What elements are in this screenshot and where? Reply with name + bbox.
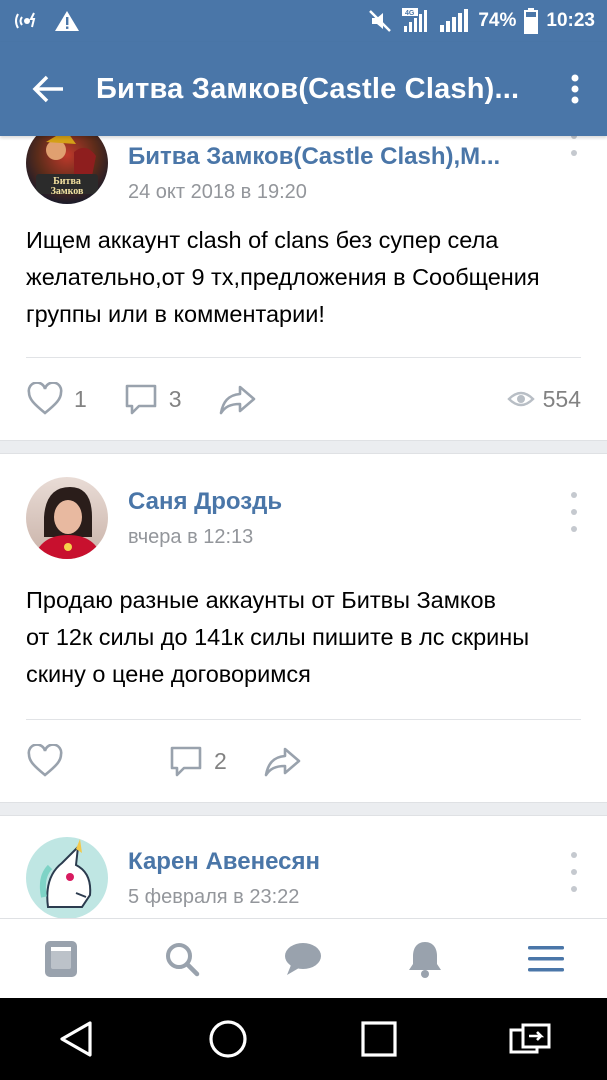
- post-header: Саня Дроздь вчера в 12:13: [0, 454, 607, 582]
- svg-text:Замков: Замков: [51, 186, 84, 197]
- comment-button[interactable]: 3: [123, 382, 182, 416]
- system-back-button[interactable]: [31, 998, 121, 1080]
- author-name[interactable]: Битва Замков(Castle Clash),М...: [128, 143, 500, 171]
- signal-icon: 4G: [402, 8, 432, 34]
- post-text-line: скину о цене договоримся: [26, 661, 311, 687]
- wifi-calling-icon: [12, 9, 40, 33]
- heart-icon: [27, 744, 63, 777]
- warning-icon: [54, 9, 80, 33]
- post-actions: 2: [0, 720, 607, 802]
- post-text-line: желательно,от 9 тх,предложения в Сообщен…: [26, 264, 540, 290]
- nav-notifications-button[interactable]: [385, 919, 465, 999]
- post-author-block: Саня Дроздь вчера в 12:13: [128, 488, 282, 549]
- author-name[interactable]: Карен Авенесян: [128, 848, 320, 876]
- system-home-button[interactable]: [183, 998, 273, 1080]
- comment-count: 2: [214, 747, 227, 774]
- notifications-icon: [408, 941, 441, 978]
- system-recents-button[interactable]: [334, 998, 424, 1080]
- battery-percent: 74%: [478, 10, 517, 31]
- share-icon: [264, 747, 301, 777]
- post-author-block: Карен Авенесян 5 февраля в 23:22: [128, 848, 320, 909]
- eye-icon: [506, 391, 535, 407]
- screen: 4G 74% 10:23 Битва Замков(Castle Clash).…: [0, 0, 607, 1080]
- nav-search-button[interactable]: [142, 919, 222, 999]
- recents-square-icon: [361, 1021, 397, 1057]
- back-triangle-icon: [60, 1021, 92, 1057]
- system-switch-button[interactable]: [486, 998, 576, 1080]
- nav-news-button[interactable]: [21, 919, 101, 999]
- like-count: 1: [74, 385, 87, 412]
- back-button[interactable]: [0, 42, 96, 136]
- post-author-block: Битва Замков(Castle Clash),М... 24 окт 2…: [128, 143, 500, 204]
- share-button[interactable]: [263, 744, 303, 778]
- post-text-line: Ищем аккаунт clash of clans без супер се…: [26, 227, 499, 253]
- author-name[interactable]: Саня Дроздь: [128, 488, 282, 516]
- nav-menu-button[interactable]: [506, 919, 586, 999]
- post-actions: 1 3 554: [0, 358, 607, 440]
- signal-2-icon: [440, 8, 470, 34]
- post-text-line: от 12к силы до 141к силы пишите в лс скр…: [26, 624, 530, 650]
- views-counter: 554: [506, 358, 581, 440]
- avatar[interactable]: [26, 477, 108, 559]
- comment-button[interactable]: 2: [168, 744, 227, 778]
- comment-icon: [170, 746, 202, 777]
- post-date[interactable]: вчера в 12:13: [128, 526, 282, 549]
- post-date[interactable]: 5 февраля в 23:22: [128, 886, 320, 909]
- post-separator: [0, 440, 607, 454]
- more-options-button[interactable]: [543, 42, 607, 136]
- post-menu-button[interactable]: [567, 852, 581, 892]
- post-date[interactable]: 24 окт 2018 в 19:20: [128, 181, 500, 204]
- nav-messages-button[interactable]: [263, 919, 343, 999]
- arrow-left-icon: [32, 75, 63, 103]
- post-text-line: Продаю разные аккаунты от Битвы Замков: [26, 587, 497, 613]
- screen-switch-icon: [509, 1023, 551, 1054]
- status-bar: 4G 74% 10:23: [0, 0, 607, 42]
- news-icon: [44, 940, 77, 977]
- post-menu-button[interactable]: [567, 492, 581, 532]
- views-count: 554: [542, 385, 581, 412]
- wall-feed[interactable]: Битва Замков Битва Замков(Castle Clash),…: [0, 100, 607, 956]
- post-card: Битва Замков Битва Замков(Castle Clash),…: [0, 100, 607, 440]
- home-circle-icon: [209, 1020, 247, 1058]
- post-text: Ищем аккаунт clash of clans без супер се…: [0, 210, 607, 357]
- share-icon: [219, 385, 255, 415]
- messages-icon: [285, 942, 322, 975]
- share-button[interactable]: [218, 382, 258, 416]
- post-text: Продаю разные аккаунты от Битвы Замков о…: [0, 582, 607, 719]
- svg-text:4G: 4G: [405, 10, 415, 17]
- search-icon: [166, 942, 200, 976]
- heart-icon: [27, 382, 63, 415]
- battery-icon: [524, 8, 539, 34]
- system-navigation: [0, 998, 607, 1080]
- avatar[interactable]: [26, 837, 108, 919]
- mute-icon: [368, 9, 394, 33]
- comment-icon: [125, 384, 157, 415]
- menu-icon: [528, 945, 565, 971]
- more-vertical-icon: [571, 74, 579, 104]
- bottom-navigation: [0, 918, 607, 998]
- post-separator: [0, 802, 607, 816]
- comment-count: 3: [168, 385, 182, 412]
- app-header: Битва Замков(Castle Clash)...: [0, 42, 607, 136]
- like-button[interactable]: [26, 744, 74, 778]
- post-text-line: группы или в комментарии!: [26, 301, 325, 327]
- post-card: Саня Дроздь вчера в 12:13 Продаю разные …: [0, 454, 607, 802]
- clock: 10:23: [546, 10, 595, 31]
- like-button[interactable]: 1: [26, 382, 87, 416]
- page-title: Битва Замков(Castle Clash)...: [96, 72, 520, 105]
